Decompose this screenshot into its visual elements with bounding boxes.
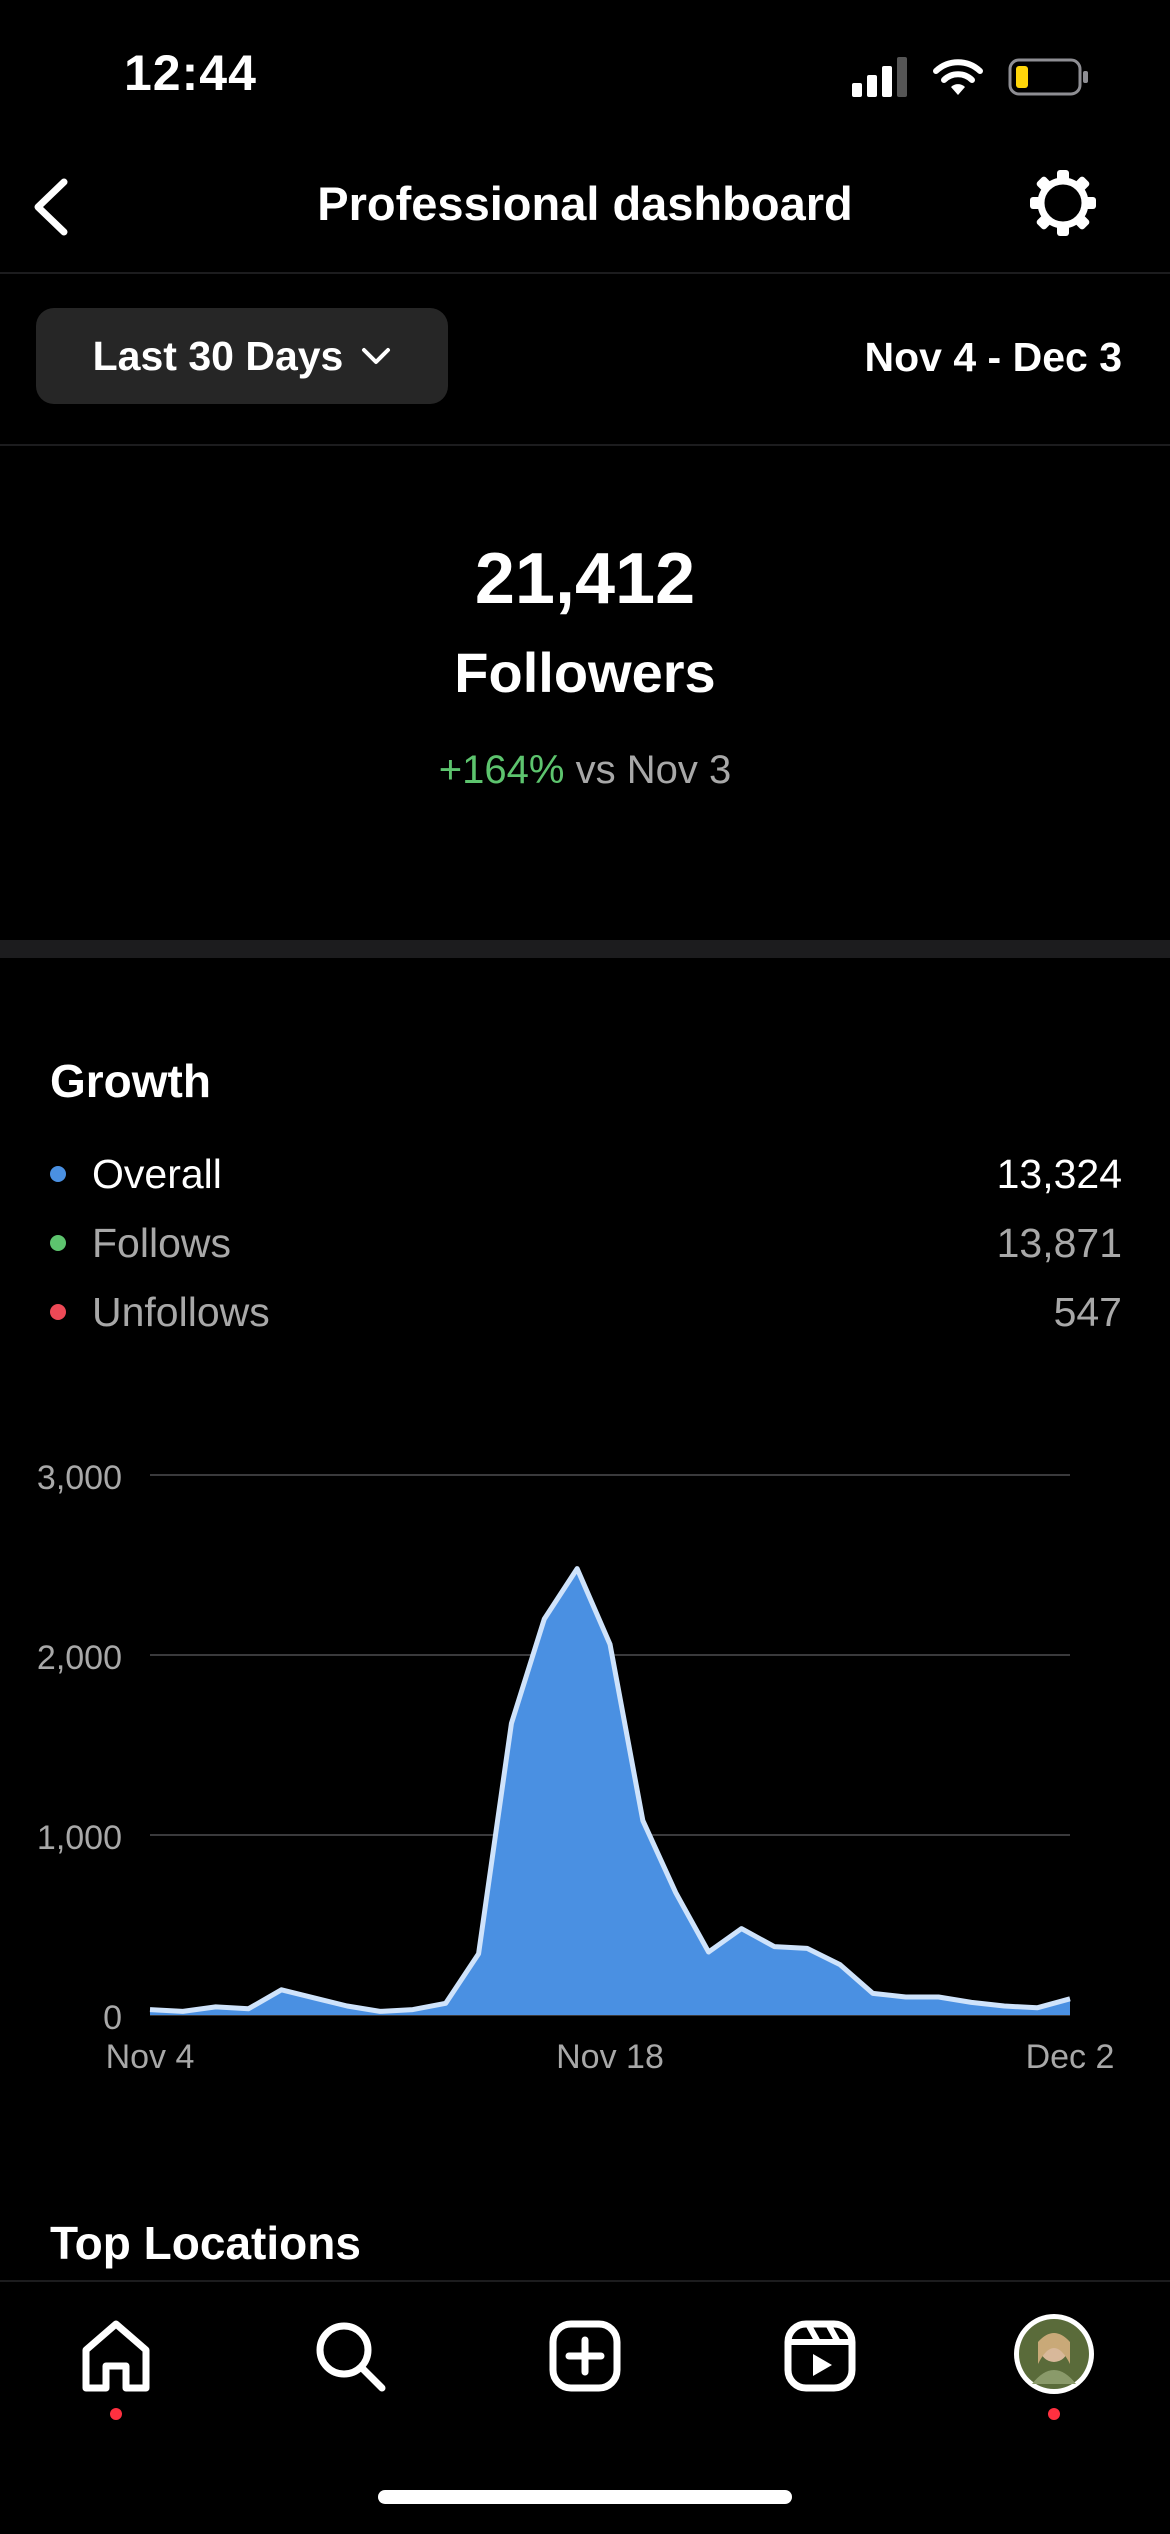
date-range-dropdown-label: Last 30 Days (92, 332, 344, 379)
legend-dot (50, 1304, 66, 1320)
legend-name: Overall (92, 1150, 222, 1197)
x-tick-label: Dec 2 (1026, 2038, 1115, 2076)
legend-item-follows: Follows 13,871 (50, 1213, 1122, 1273)
range-divider (0, 444, 1170, 446)
profile-notification-dot (1048, 2408, 1060, 2420)
legend-item-overall: Overall 13,324 (50, 1144, 1122, 1204)
x-tick-label: Nov 18 (556, 2038, 664, 2076)
home-notification-dot (110, 2408, 122, 2420)
top-locations-title: Top Locations (50, 2217, 361, 2269)
legend-dot (50, 1166, 66, 1182)
battery-icon (1008, 58, 1088, 96)
change-percent: +164% (438, 748, 565, 792)
date-range-dropdown[interactable]: Last 30 Days (36, 308, 448, 404)
y-tick-label: 1,000 (37, 1819, 122, 1857)
gear-icon[interactable] (1026, 166, 1100, 240)
y-tick-label: 0 (103, 1999, 122, 2037)
section-divider (0, 940, 1170, 958)
y-tick-label: 2,000 (37, 1639, 122, 1677)
legend-name: Unfollows (92, 1288, 270, 1335)
legend-dot (50, 1235, 66, 1251)
date-range-text: Nov 4 - Dec 3 (864, 334, 1123, 380)
y-tick-label: 3,000 (37, 1459, 122, 1497)
followers-change: +164% vs Nov 3 (0, 748, 1170, 793)
legend-value: 13,324 (996, 1150, 1122, 1197)
page-title: Professional dashboard (317, 177, 853, 230)
header-divider (0, 272, 1170, 274)
home-icon[interactable] (76, 2316, 156, 2396)
change-comparison: vs Nov 3 (575, 748, 732, 792)
growth-chart: 3,000 2,000 1,000 0Nov 4 Nov 18 Dec 2 (37, 1459, 1115, 2076)
legend-name: Follows (92, 1219, 231, 1266)
growth-title: Growth (50, 1055, 211, 1107)
legend-value: 547 (1053, 1288, 1122, 1335)
home-indicator (378, 2490, 792, 2504)
legend-value: 13,871 (996, 1219, 1122, 1266)
profile-avatar[interactable] (1012, 2312, 1096, 2396)
status-icons (852, 54, 1090, 100)
legend-item-unfollows: Unfollows 547 (50, 1282, 1122, 1342)
followers-count: 21,412 (474, 539, 696, 619)
wifi-icon (933, 59, 983, 95)
create-icon[interactable] (545, 2316, 625, 2396)
search-icon[interactable] (310, 2316, 390, 2396)
cellular-signal-icon (852, 57, 907, 97)
chevron-down-icon (362, 348, 391, 364)
status-time: 12:44 (124, 45, 257, 101)
followers-label: Followers (454, 641, 716, 704)
x-tick-label: Nov 4 (106, 2038, 195, 2076)
reels-icon[interactable] (780, 2316, 860, 2396)
series-area-overall (150, 1568, 1070, 2015)
